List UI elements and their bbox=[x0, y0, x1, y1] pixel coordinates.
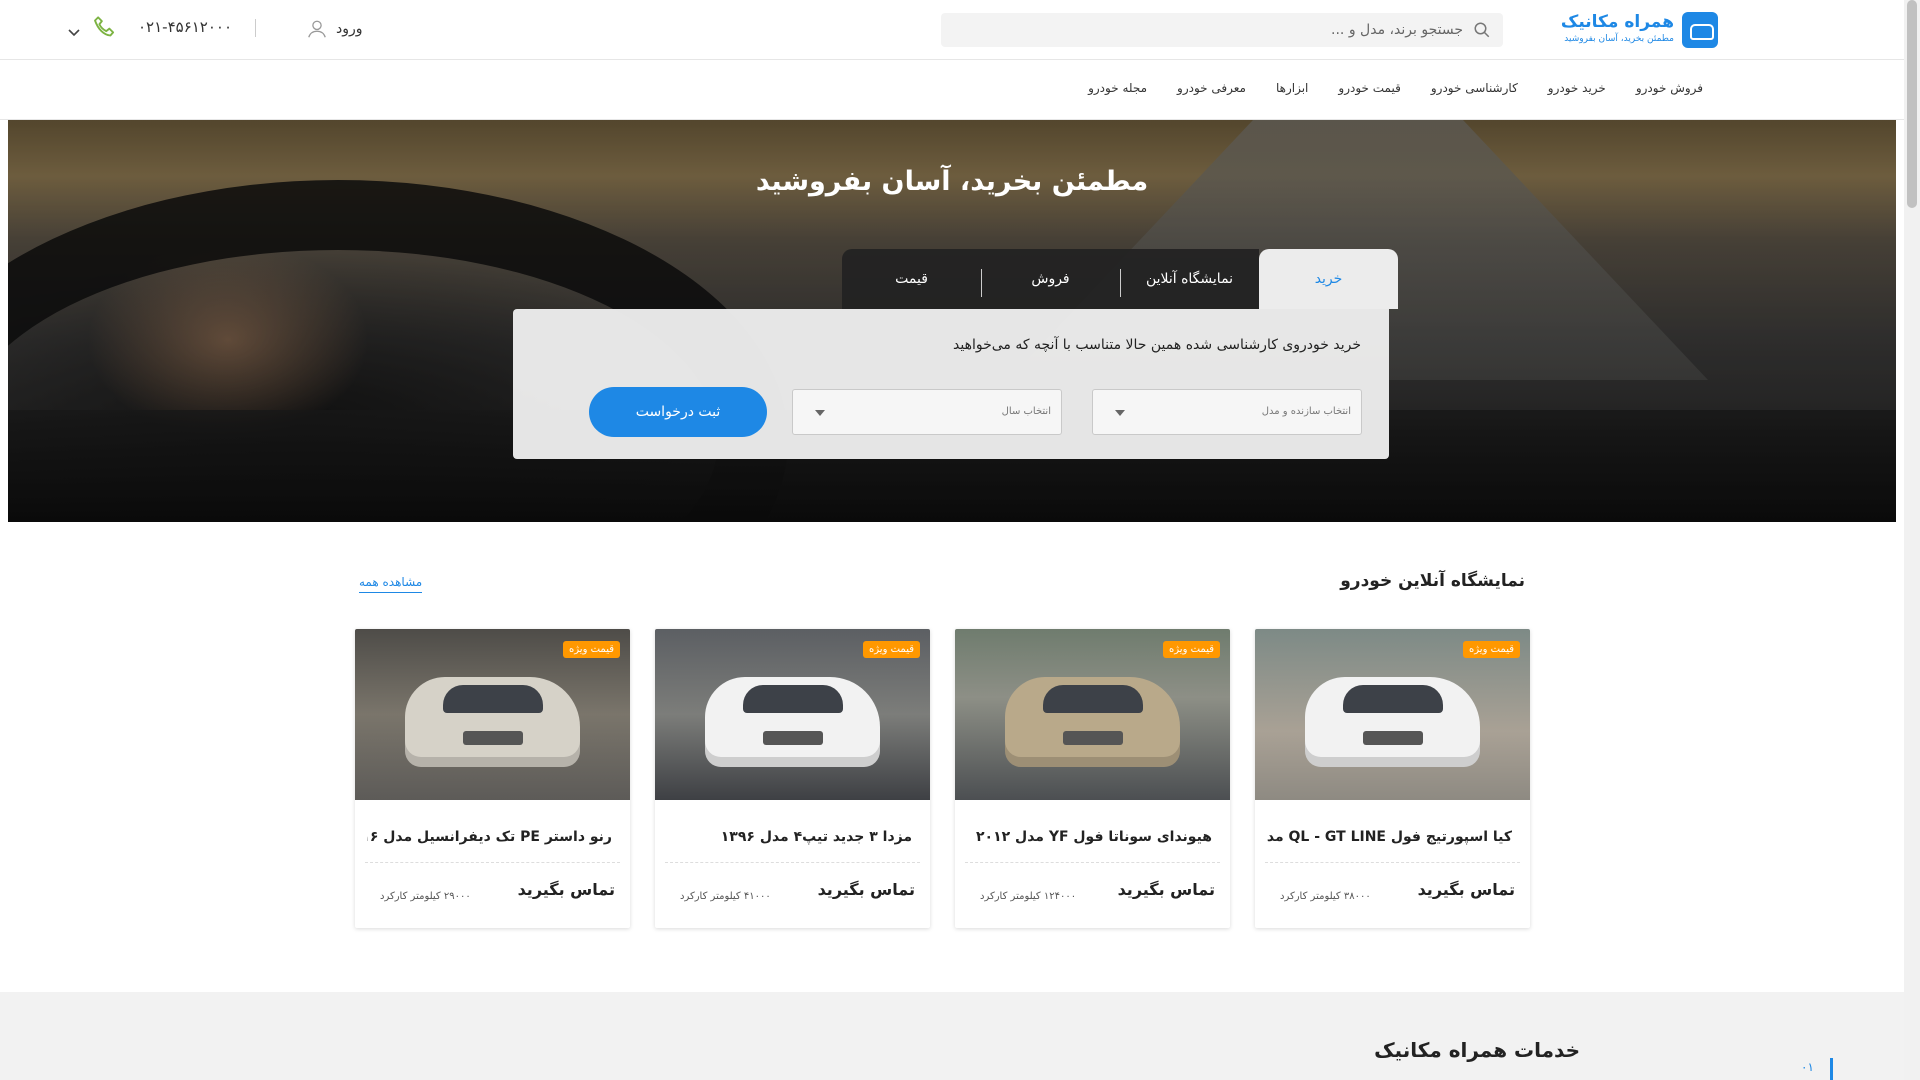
top-header: همراه مکانیک مطمئن بخرید، آسان بفروشید و… bbox=[0, 0, 1904, 60]
car-card[interactable]: قیمت ویژه رنو داستر PE تک دیفرانسیل مدل … bbox=[355, 629, 630, 928]
search-icon[interactable] bbox=[1473, 21, 1491, 39]
car-price: تماس بگیرید bbox=[817, 880, 915, 899]
maker-model-placeholder: انتخاب سازنده و مدل bbox=[1261, 406, 1351, 417]
car-mileage: ۲۹۰۰۰ کیلومتر کارکرد bbox=[380, 891, 471, 902]
nav-item-car-intro[interactable]: معرفی خودرو bbox=[1177, 81, 1246, 95]
tab-buy[interactable]: خرید bbox=[1259, 249, 1398, 309]
car-card[interactable]: قیمت ویژه هیوندای سوناتا فول YF مدل ۲۰۱۲… bbox=[955, 629, 1230, 928]
see-all-link[interactable]: مشاهده همه bbox=[359, 575, 423, 593]
site-logo[interactable]: همراه مکانیک مطمئن بخرید، آسان بفروشید bbox=[1561, 12, 1718, 48]
tab-online-showroom[interactable]: نمایشگاه آنلاین bbox=[1120, 249, 1259, 309]
logo-tagline: مطمئن بخرید، آسان بفروشید bbox=[1564, 34, 1674, 44]
phone-number[interactable]: ۰۲۱-۴۵۶۱۲۰۰۰ bbox=[138, 18, 232, 36]
nav-item-car-inspection[interactable]: کارشناسی خودرو bbox=[1431, 81, 1518, 95]
hero-title: مطمئن بخرید، آسان بفروشید bbox=[755, 166, 1149, 197]
main-nav: فروش خودرو خرید خودرو کارشناسی خودرو قیم… bbox=[0, 60, 1904, 120]
car-price: تماس بگیرید bbox=[1417, 880, 1515, 899]
services-title: خدمات همراه مکانیک bbox=[1374, 1038, 1580, 1062]
services-section: خدمات همراه مکانیک ۰۱ bbox=[0, 992, 1904, 1080]
login-button[interactable]: ورود bbox=[306, 16, 363, 42]
phone-icon[interactable] bbox=[90, 13, 120, 43]
buy-request-panel: خرید خودروی کارشناسی شده همین حالا متناس… bbox=[513, 309, 1389, 459]
services-index: ۰۱ bbox=[1801, 1060, 1814, 1074]
tab-price[interactable]: قیمت bbox=[842, 249, 981, 309]
tab-sell[interactable]: فروش bbox=[981, 249, 1120, 309]
maker-model-select[interactable]: انتخاب سازنده و مدل bbox=[1092, 389, 1362, 435]
car-price: تماس بگیرید bbox=[517, 880, 615, 899]
special-price-badge: قیمت ویژه bbox=[1463, 641, 1520, 658]
search-box bbox=[941, 13, 1503, 47]
car-mileage: ۴۱۰۰۰ کیلومتر کارکرد bbox=[680, 891, 771, 902]
logo-title: همراه مکانیک bbox=[1560, 12, 1674, 32]
car-card-list: قیمت ویژه کیا اسپورتیج فول QL - GT LINE … bbox=[355, 629, 1530, 928]
hero-banner: مطمئن بخرید، آسان بفروشید خرید نمایشگاه … bbox=[8, 120, 1896, 522]
car-logo-icon bbox=[1682, 12, 1718, 48]
submit-request-button[interactable]: ثبت درخواست bbox=[589, 387, 767, 437]
nav-item-buy-car[interactable]: خرید خودرو bbox=[1548, 81, 1606, 95]
car-card[interactable]: قیمت ویژه مزدا ۳ جدید تیپ۴ مدل ۱۳۹۶ تماس… bbox=[655, 629, 930, 928]
car-card[interactable]: قیمت ویژه کیا اسپورتیج فول QL - GT LINE … bbox=[1255, 629, 1530, 928]
login-label: ورود bbox=[336, 21, 363, 37]
nav-item-tools[interactable]: ابزارها bbox=[1276, 81, 1308, 95]
search-input[interactable] bbox=[941, 13, 1503, 47]
caret-down-icon bbox=[815, 410, 825, 416]
user-icon bbox=[308, 20, 326, 38]
car-title: هیوندای سوناتا فول YF مدل ۲۰۱۲ bbox=[975, 829, 1212, 845]
services-indicator bbox=[1830, 1058, 1833, 1080]
caret-down-icon bbox=[1115, 410, 1125, 416]
car-title: کیا اسپورتیج فول QL - GT LINE مدل ۲۰۱۷ bbox=[1267, 829, 1512, 845]
nav-item-car-price[interactable]: قیمت خودرو bbox=[1338, 81, 1400, 95]
car-title: مزدا ۳ جدید تیپ۴ مدل ۱۳۹۶ bbox=[720, 829, 912, 845]
page-scrollbar[interactable] bbox=[1904, 0, 1920, 1080]
car-mileage: ۳۸۰۰۰ کیلومتر کارکرد bbox=[1280, 891, 1371, 902]
year-select[interactable]: انتخاب سال bbox=[792, 389, 1062, 435]
page: همراه مکانیک مطمئن بخرید، آسان بفروشید و… bbox=[0, 0, 1904, 1080]
panel-description: خرید خودروی کارشناسی شده همین حالا متناس… bbox=[953, 337, 1361, 353]
header-separator bbox=[255, 19, 256, 37]
special-price-badge: قیمت ویژه bbox=[863, 641, 920, 658]
car-title: رنو داستر PE تک دیفرانسیل مدل ۲۰۱۶ bbox=[367, 829, 612, 845]
scrollbar-thumb[interactable] bbox=[1907, 0, 1917, 208]
section-title: نمایشگاه آنلاین خودرو bbox=[1340, 571, 1525, 591]
nav-item-sell-car[interactable]: فروش خودرو bbox=[1636, 81, 1703, 95]
special-price-badge: قیمت ویژه bbox=[1163, 641, 1220, 658]
hero-tabs: خرید نمایشگاه آنلاین فروش قیمت bbox=[842, 249, 1398, 309]
chevron-down-icon[interactable] bbox=[67, 28, 81, 38]
car-mileage: ۱۲۴۰۰۰ کیلومتر کارکرد bbox=[980, 891, 1077, 902]
nav-item-car-magazine[interactable]: مجله خودرو bbox=[1088, 81, 1147, 95]
special-price-badge: قیمت ویژه bbox=[563, 641, 620, 658]
car-price: تماس بگیرید bbox=[1117, 880, 1215, 899]
year-placeholder: انتخاب سال bbox=[1001, 406, 1051, 417]
